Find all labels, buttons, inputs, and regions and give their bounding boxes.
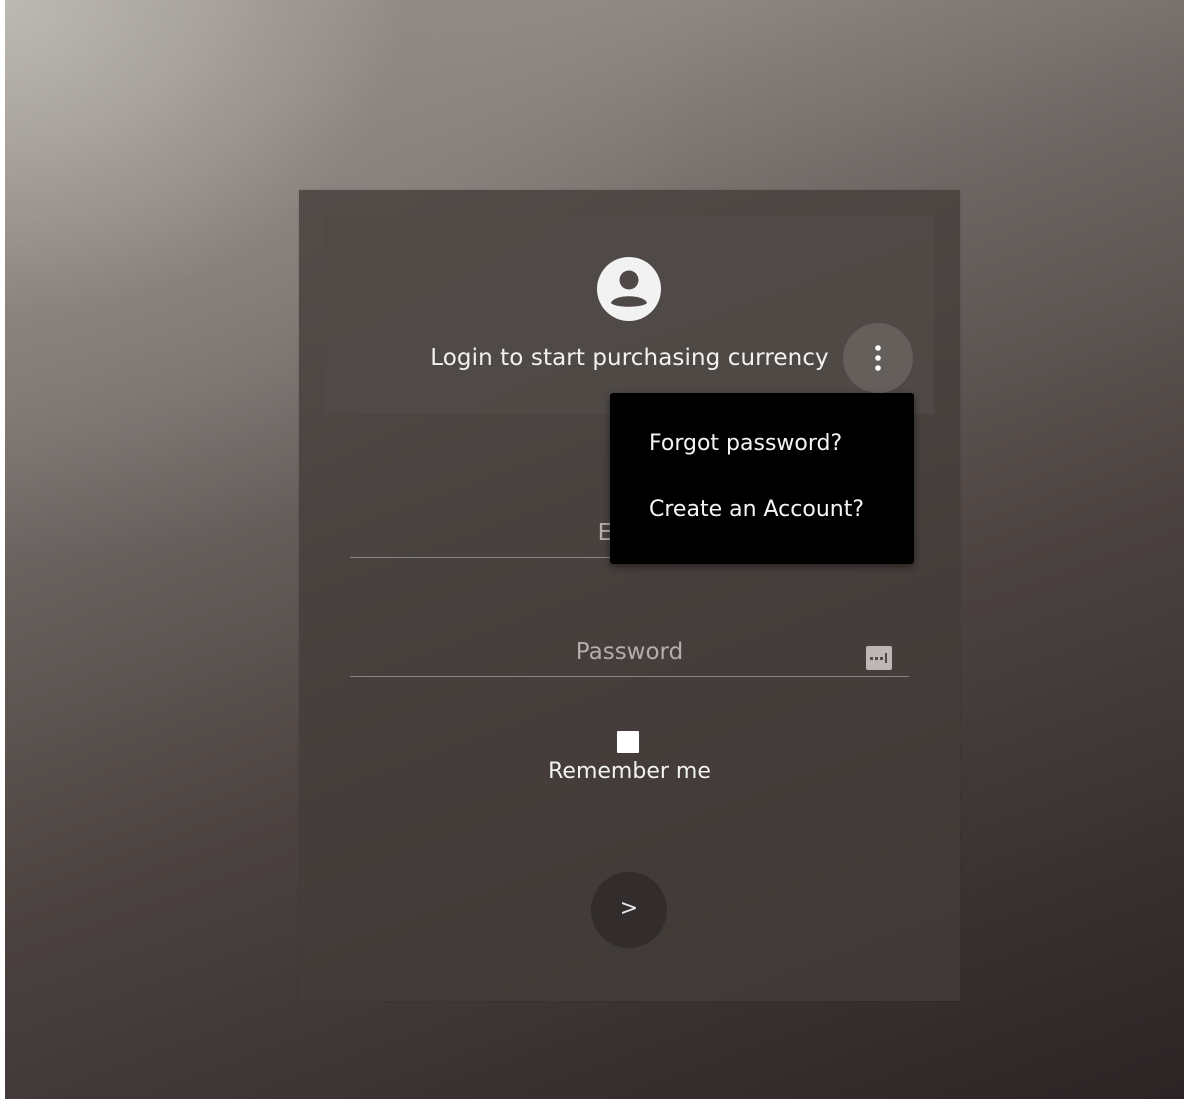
- account-circle-icon: [597, 257, 661, 321]
- password-field[interactable]: [350, 610, 909, 676]
- password-field-wrapper: [350, 610, 909, 677]
- submit-label: >: [619, 896, 639, 921]
- options-dropdown-menu: Forgot password? Create an Account?: [610, 393, 914, 564]
- more-vert-icon: [875, 345, 881, 371]
- submit-button[interactable]: >: [591, 872, 667, 948]
- remember-me-checkbox[interactable]: [617, 731, 639, 753]
- menu-item-create-account[interactable]: Create an Account?: [649, 497, 864, 522]
- login-card: Login to start purchasing currency Remem…: [299, 190, 960, 1001]
- password-key-icon[interactable]: [865, 646, 893, 670]
- more-options-button[interactable]: [843, 323, 913, 393]
- remember-me-label: Remember me: [548, 759, 711, 784]
- menu-item-forgot-password[interactable]: Forgot password?: [649, 431, 842, 456]
- page-left-edge: [0, 0, 5, 1099]
